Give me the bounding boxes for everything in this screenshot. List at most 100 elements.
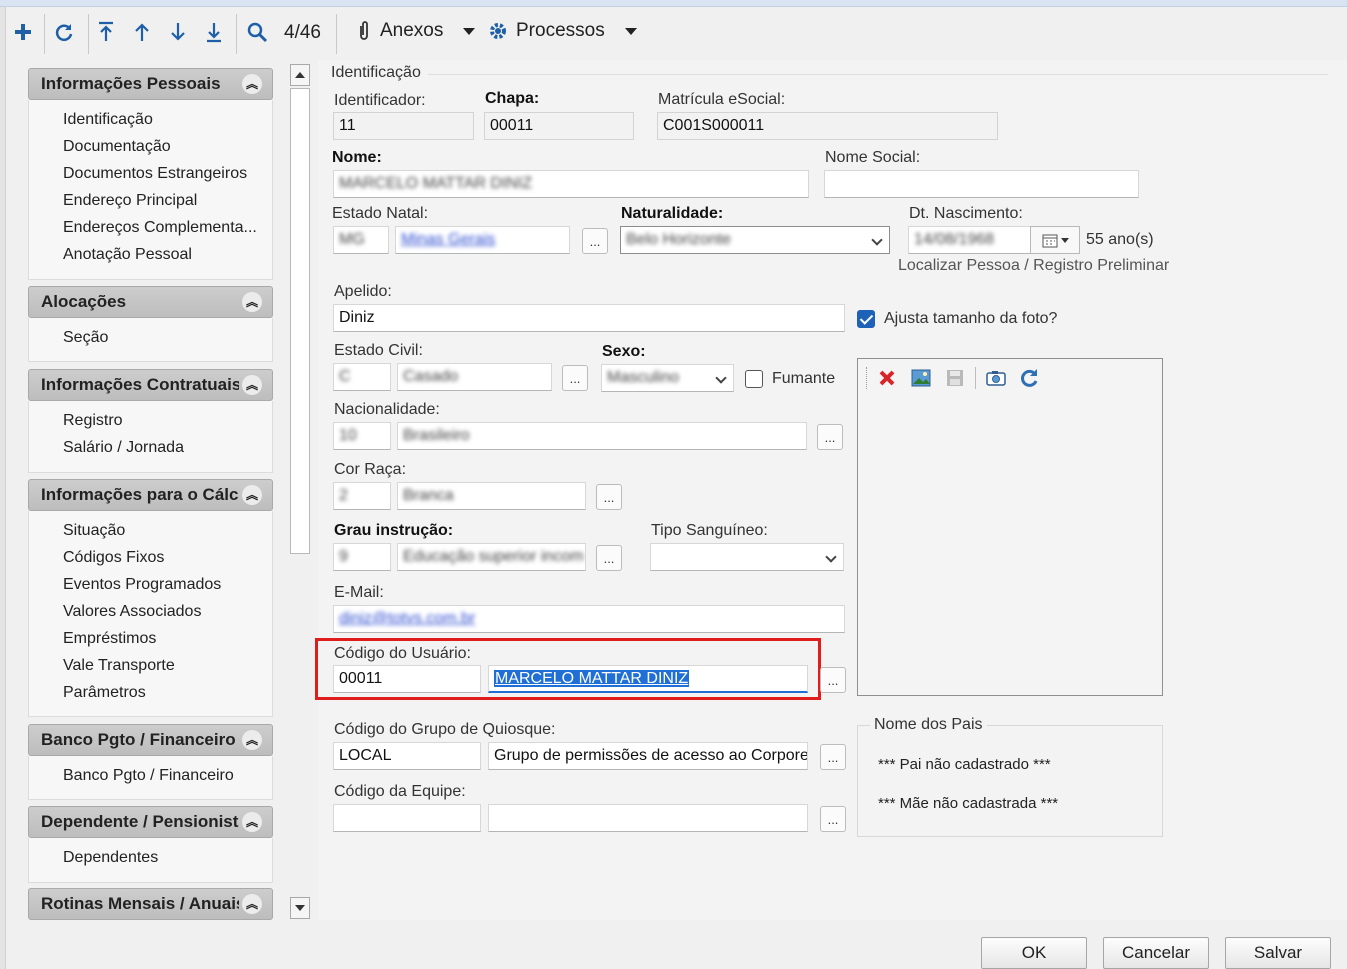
refresh-icon[interactable] [50, 18, 78, 46]
processos-menu[interactable]: Processos [488, 20, 637, 42]
grau-instrucao-desc[interactable]: Educação superior incom [397, 543, 586, 571]
nav-item-banco-pgto[interactable]: Banco Pgto / Financeiro [63, 762, 263, 789]
search-icon[interactable] [244, 18, 270, 46]
chapa-field[interactable]: 00011 [484, 112, 634, 140]
grau-instrucao-code-value: 9 [339, 548, 348, 565]
identificador-field[interactable]: 11 [333, 112, 474, 140]
nav-group-header[interactable]: Informações Pessoais ︽ [28, 68, 273, 100]
nav-group-header[interactable]: Informações Contratuais ︽ [28, 369, 273, 401]
save-button[interactable]: Salvar [1225, 937, 1331, 969]
collapse-icon[interactable]: ︽ [242, 730, 262, 750]
anexos-menu[interactable]: Anexos [356, 20, 476, 42]
nacionalidade-label: Nacionalidade: [334, 401, 440, 418]
nav-group-header[interactable]: Rotinas Mensais / Anuais ︽ [28, 888, 273, 920]
calendar-button[interactable] [1030, 226, 1080, 254]
matricula-field[interactable]: C001S000011 [657, 112, 998, 140]
nav-group-informacoes-contratuais: Informações Contratuais ︽ Registro Salári… [28, 369, 273, 473]
grupo-quiosque-lookup-button[interactable]: ... [820, 744, 846, 770]
nome-social-field[interactable] [824, 170, 1139, 198]
codigo-usuario-code[interactable]: 00011 [333, 665, 481, 693]
add-icon[interactable] [10, 18, 36, 46]
nav-item-codigos-fixos[interactable]: Códigos Fixos [63, 544, 263, 571]
tipo-sanguineo-label: Tipo Sanguíneo: [651, 522, 768, 539]
estado-natal-code[interactable]: MG [333, 226, 389, 254]
nacionalidade-code[interactable]: 10 [333, 422, 391, 450]
nav-item-registro[interactable]: Registro [63, 407, 263, 434]
cor-raca-lookup-button[interactable]: ... [596, 484, 622, 510]
nav-item-endereco-principal[interactable]: Endereço Principal [63, 187, 263, 214]
sexo-combo[interactable]: Masculino [601, 364, 734, 392]
save-icon[interactable] [941, 365, 969, 391]
nav-item-salario-jornada[interactable]: Salário / Jornada [63, 434, 263, 461]
fumante-label: Fumante [772, 370, 836, 387]
grau-instrucao-lookup-button[interactable]: ... [596, 545, 622, 571]
ajusta-foto-checkbox[interactable] [857, 310, 875, 328]
nav-item-identificacao[interactable]: Identificação [63, 106, 263, 133]
nacionalidade-lookup-button[interactable]: ... [817, 424, 843, 450]
localizar-pessoa-link[interactable]: Localizar Pessoa / Registro Preliminar [898, 257, 1169, 275]
nacionalidade-desc-value: Brasileiro [403, 427, 470, 444]
collapse-icon[interactable]: ︽ [242, 74, 262, 94]
tipo-sanguineo-combo[interactable] [650, 543, 844, 571]
nav-item-parametros[interactable]: Parâmetros [63, 679, 263, 706]
nav-group-header[interactable]: Alocações ︽ [28, 286, 273, 318]
collapse-icon[interactable]: ︽ [242, 375, 262, 395]
nav-group-body: Situação Códigos Fixos Eventos Programad… [28, 511, 273, 717]
nome-field[interactable]: MARCELO MATTAR DINIZ [333, 170, 809, 198]
collapse-icon[interactable]: ︽ [242, 292, 262, 312]
nav-group-header[interactable]: Banco Pgto / Financeiro ︽ [28, 724, 273, 756]
collapse-icon[interactable]: ︽ [242, 485, 262, 505]
nav-scrollbar[interactable] [288, 64, 311, 920]
ok-button[interactable]: OK [981, 937, 1087, 969]
nav-item-emprestimos[interactable]: Empréstimos [63, 625, 263, 652]
fumante-checkbox[interactable] [745, 370, 763, 388]
scroll-up-button[interactable] [290, 64, 310, 86]
nav-item-secao[interactable]: Seção [63, 324, 263, 351]
apelido-field[interactable]: Diniz [333, 304, 845, 332]
codigo-usuario-lookup-button[interactable]: ... [820, 667, 846, 693]
email-field[interactable]: diniz@totvs.com.br [333, 605, 845, 633]
nav-item-dependentes[interactable]: Dependentes [63, 844, 263, 871]
equipe-code[interactable] [333, 804, 481, 832]
rotate-icon[interactable] [1016, 365, 1044, 391]
equipe-desc[interactable] [488, 804, 808, 832]
estado-civil-code[interactable]: C [333, 363, 391, 391]
delete-photo-icon[interactable] [873, 365, 901, 391]
grupo-quiosque-desc[interactable]: Grupo de permissões de acesso ao Corpore… [488, 742, 808, 770]
nav-item-anotacao-pessoal[interactable]: Anotação Pessoal [63, 241, 263, 268]
nav-group-header[interactable]: Dependente / Pensionista ︽ [28, 806, 273, 838]
scroll-down-button[interactable] [290, 897, 310, 919]
grupo-quiosque-code[interactable]: LOCAL [333, 742, 481, 770]
cor-raca-desc[interactable]: Branca [397, 482, 586, 510]
grau-instrucao-code[interactable]: 9 [333, 543, 391, 571]
collapse-icon[interactable]: ︽ [242, 894, 262, 914]
nav-item-eventos-programados[interactable]: Eventos Programados [63, 571, 263, 598]
nav-item-documentacao[interactable]: Documentação [63, 133, 263, 160]
last-record-icon[interactable] [202, 18, 226, 46]
estado-natal-lookup-button[interactable]: ... [582, 228, 608, 254]
cor-raca-code[interactable]: 2 [333, 482, 391, 510]
nacionalidade-desc[interactable]: Brasileiro [397, 422, 807, 450]
next-record-icon[interactable] [166, 18, 190, 46]
nav-item-valores-associados[interactable]: Valores Associados [63, 598, 263, 625]
estado-natal-desc[interactable]: Minas Gerais [395, 226, 570, 254]
cancel-button[interactable]: Cancelar [1103, 937, 1209, 969]
collapse-icon[interactable]: ︽ [242, 812, 262, 832]
naturalidade-combo[interactable]: Belo Horizonte [620, 226, 890, 254]
scroll-thumb[interactable] [290, 88, 310, 554]
image-icon[interactable] [907, 365, 935, 391]
camera-icon[interactable] [982, 365, 1010, 391]
nav-item-enderecos-complementares[interactable]: Endereços Complementa... [63, 214, 263, 241]
previous-record-icon[interactable] [130, 18, 154, 46]
codigo-usuario-name[interactable]: MARCELO MATTAR DINIZ [488, 665, 808, 693]
estado-civil-lookup-button[interactable]: ... [562, 365, 588, 391]
nav-item-documentos-estrangeiros[interactable]: Documentos Estrangeiros [63, 160, 263, 187]
first-record-icon[interactable] [94, 18, 118, 46]
equipe-lookup-button[interactable]: ... [820, 806, 846, 832]
processos-label: Processos [516, 20, 605, 41]
nav-item-situacao[interactable]: Situação [63, 517, 263, 544]
ajusta-foto-label: Ajusta tamanho da foto? [884, 310, 1058, 327]
nav-item-vale-transporte[interactable]: Vale Transporte [63, 652, 263, 679]
nav-group-header[interactable]: Informações para o Cálculo︽ [28, 479, 273, 511]
estado-civil-desc[interactable]: Casado [397, 363, 552, 391]
